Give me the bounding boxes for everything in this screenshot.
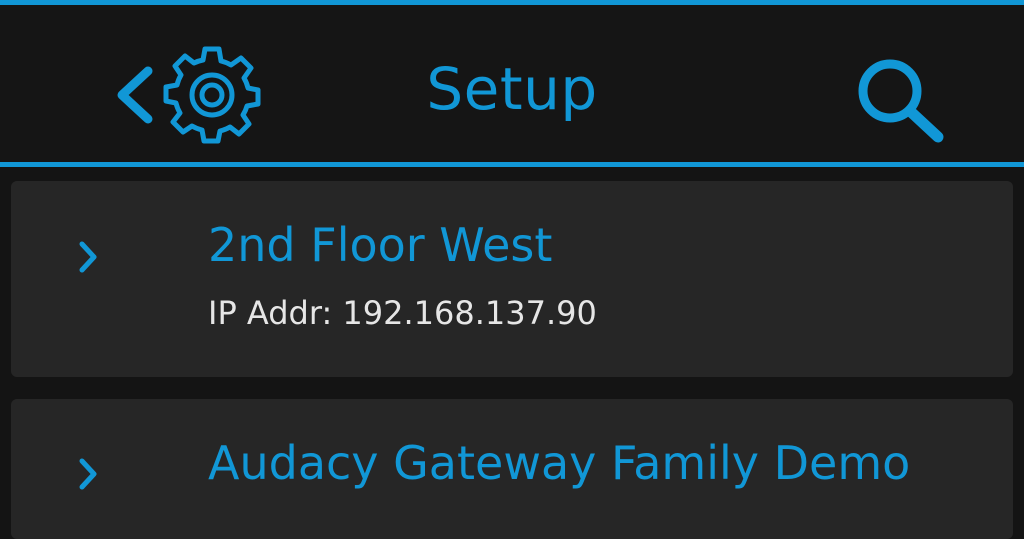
device-list-item[interactable]: Audacy Gateway Family Demo bbox=[11, 399, 1013, 539]
search-button[interactable] bbox=[852, 53, 952, 143]
chevron-right-icon bbox=[79, 458, 97, 490]
header-divider bbox=[0, 162, 1024, 167]
device-list-item[interactable]: 2nd Floor West IP Addr: 192.168.137.90 bbox=[11, 181, 1013, 377]
chevron-right-icon bbox=[79, 241, 97, 273]
device-ip-address: IP Addr: 192.168.137.90 bbox=[208, 294, 597, 332]
search-icon bbox=[858, 59, 944, 143]
device-name: Audacy Gateway Family Demo bbox=[208, 436, 911, 490]
device-name: 2nd Floor West bbox=[208, 218, 553, 272]
header-bar: Setup bbox=[0, 5, 1024, 163]
